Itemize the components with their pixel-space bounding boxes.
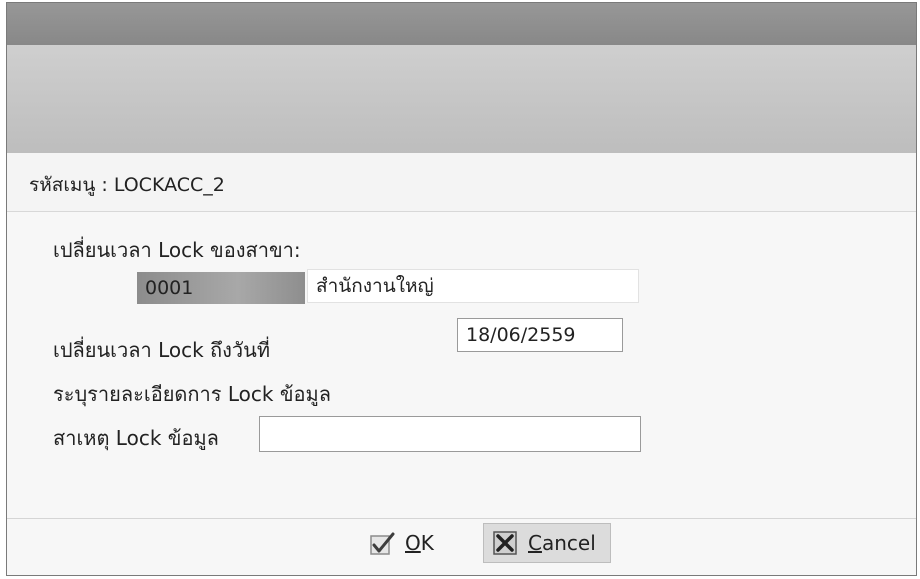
cancel-label-rest: ancel [541,531,596,555]
cancel-button[interactable]: Cancel [483,523,611,563]
lock-dialog-window: รหัสเมนู : LOCKACC_2 เปลี่ยนเวลา Lock ขอ… [6,2,917,576]
form-content: เปลี่ยนเวลา Lock ของสาขา: 0001 เปลี่ยนเว… [7,212,916,518]
lock-reason-label: สาเหตุ Lock ข้อมูล [53,426,219,450]
ok-label-rest: K [420,531,434,555]
branch-name-field [307,269,639,303]
ok-mnemonic: O [405,531,421,555]
branch-label: เปลี่ยนเวลา Lock ของสาขา: [53,238,301,262]
lock-date-field[interactable] [457,318,623,352]
branch-code-field: 0001 [137,272,305,304]
menu-code-bar: รหัสเมนู : LOCKACC_2 [7,153,916,212]
title-bar[interactable] [7,3,916,45]
check-icon [369,530,395,556]
dialog-footer: OK Cancel [7,518,916,575]
lock-details-label: ระบุรายละเอียดการ Lock ข้อมูล [53,382,331,406]
cancel-button-label: Cancel [528,531,596,555]
lock-date-label: เปลี่ยนเวลา Lock ถึงวันที่ [53,338,271,362]
ok-button[interactable]: OK [361,523,457,563]
header-banner [7,45,916,154]
menu-code-label: รหัสเมนู : LOCKACC_2 [29,174,225,196]
cancel-mnemonic: C [528,531,542,555]
cancel-x-icon [492,530,518,556]
ok-button-label: OK [405,531,434,555]
lock-reason-input[interactable] [259,416,641,452]
